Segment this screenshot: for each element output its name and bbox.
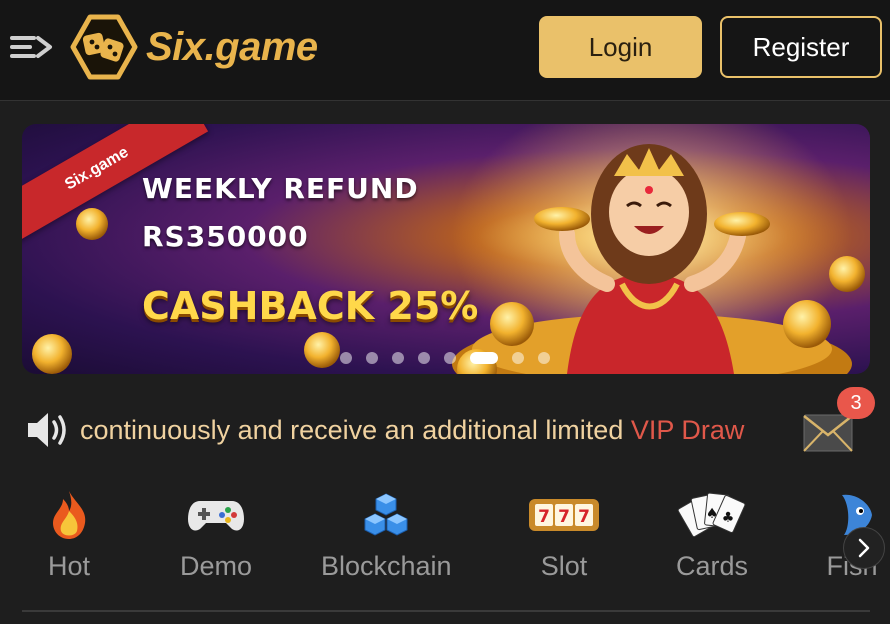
- svg-text:7: 7: [558, 507, 570, 527]
- carousel-dot[interactable]: [418, 352, 430, 364]
- banner-amount: RS350000: [142, 220, 309, 253]
- carousel-dot[interactable]: [512, 352, 524, 364]
- top-header: Six.game Login Register: [0, 0, 890, 101]
- category-label: Cards: [676, 551, 749, 581]
- menu-collapse-icon[interactable]: [8, 30, 54, 64]
- svg-text:♣: ♣: [722, 510, 735, 526]
- announcement-highlight: VIP Draw: [630, 415, 745, 445]
- category-label: Blockchain: [321, 551, 452, 581]
- flame-icon: [33, 485, 105, 545]
- category-hot[interactable]: Hot: [33, 485, 105, 590]
- category-cards[interactable]: ♠ ♣ Cards: [676, 485, 748, 590]
- carousel-dot[interactable]: [340, 352, 352, 364]
- announcement-marquee[interactable]: continuously and receive an additional l…: [80, 408, 796, 452]
- carousel-dot[interactable]: [538, 352, 550, 364]
- cubes-icon: [350, 485, 422, 545]
- category-slot[interactable]: 7 7 7 Slot: [528, 485, 600, 590]
- svg-text:7: 7: [538, 507, 550, 527]
- register-button[interactable]: Register: [720, 16, 882, 78]
- promo-banner[interactable]: Six.game WEEKLY REFUND RS350000 CASHBACK…: [22, 124, 870, 374]
- dice-logo-icon: [70, 14, 138, 80]
- carousel-dots: [340, 352, 550, 364]
- slot-machine-icon: 7 7 7: [528, 485, 600, 545]
- mail-icon[interactable]: [803, 413, 855, 453]
- brand-logo[interactable]: Six.game: [70, 14, 318, 80]
- svg-text:7: 7: [578, 507, 590, 527]
- category-label: Demo: [180, 551, 253, 581]
- banner-cashback: CASHBACK 25%: [142, 284, 479, 328]
- carousel-dot-active[interactable]: [470, 352, 498, 364]
- category-demo[interactable]: Demo: [180, 485, 252, 590]
- divider: [22, 610, 870, 612]
- carousel-dot[interactable]: [366, 352, 378, 364]
- carousel-dot[interactable]: [392, 352, 404, 364]
- game-categories: Hot Demo Blockchain 7 7 7 Slot ♠ ♣ Cards…: [0, 485, 890, 595]
- banner-headline: WEEKLY REFUND: [142, 172, 419, 205]
- announcement-text: continuously and receive an additional l…: [80, 415, 631, 445]
- speaker-icon[interactable]: [26, 410, 72, 450]
- category-label: Slot: [540, 551, 588, 581]
- carousel-dot[interactable]: [444, 352, 456, 364]
- login-button[interactable]: Login: [539, 16, 702, 78]
- svg-text:♠: ♠: [706, 506, 719, 522]
- category-label: Hot: [47, 551, 91, 581]
- mail-count-badge: 3: [837, 387, 875, 419]
- chevron-right-icon[interactable]: [843, 527, 885, 569]
- announcement-bar: continuously and receive an additional l…: [0, 400, 890, 460]
- playing-cards-icon: ♠ ♣: [676, 485, 748, 545]
- gamepad-icon: [180, 485, 252, 545]
- category-blockchain[interactable]: Blockchain: [321, 485, 452, 590]
- brand-name: Six.game: [146, 24, 318, 69]
